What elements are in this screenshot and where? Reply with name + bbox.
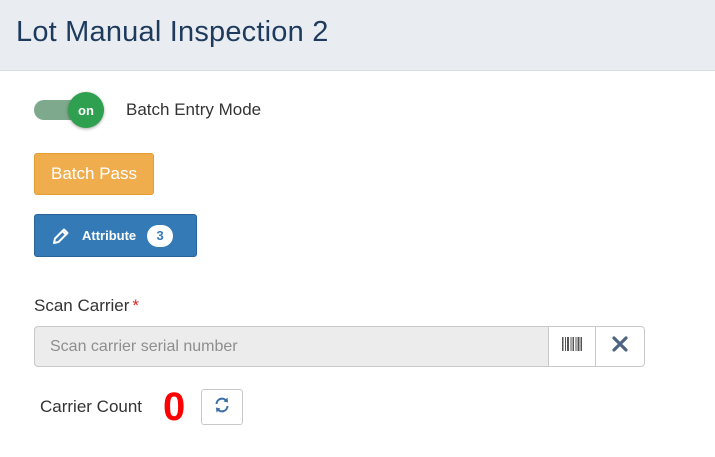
scan-carrier-input[interactable] bbox=[34, 326, 548, 367]
barcode-scan-button[interactable] bbox=[548, 326, 596, 367]
toggle-knob[interactable]: on bbox=[68, 92, 104, 128]
barcode-icon bbox=[562, 337, 582, 356]
attribute-button[interactable]: Attribute 3 bbox=[34, 214, 197, 257]
scan-carrier-label: Scan Carrier * bbox=[34, 296, 139, 316]
close-icon bbox=[611, 335, 629, 358]
page-header: Lot Manual Inspection 2 bbox=[0, 0, 715, 71]
attribute-count-badge: 3 bbox=[147, 224, 174, 247]
attribute-label: Attribute bbox=[82, 228, 137, 243]
carrier-count-value: 0 bbox=[163, 385, 186, 429]
batch-pass-label: Batch Pass bbox=[51, 164, 137, 183]
page-title: Lot Manual Inspection 2 bbox=[16, 16, 329, 48]
clear-scan-button[interactable] bbox=[596, 326, 645, 367]
batch-entry-toggle-row: on Batch Entry Mode bbox=[34, 92, 261, 128]
scan-carrier-group bbox=[34, 326, 645, 367]
refresh-icon bbox=[213, 396, 231, 419]
batch-entry-label: Batch Entry Mode bbox=[126, 100, 262, 119]
pencil-icon bbox=[51, 226, 71, 246]
batch-entry-toggle[interactable]: on bbox=[34, 92, 104, 128]
carrier-count-label: Carrier Count bbox=[40, 397, 143, 416]
toggle-state-text: on bbox=[78, 102, 94, 118]
batch-pass-button[interactable]: Batch Pass bbox=[34, 153, 154, 195]
refresh-count-button[interactable] bbox=[201, 389, 243, 425]
required-marker: * bbox=[132, 296, 140, 315]
scan-carrier-label-text: Scan Carrier bbox=[34, 296, 130, 315]
